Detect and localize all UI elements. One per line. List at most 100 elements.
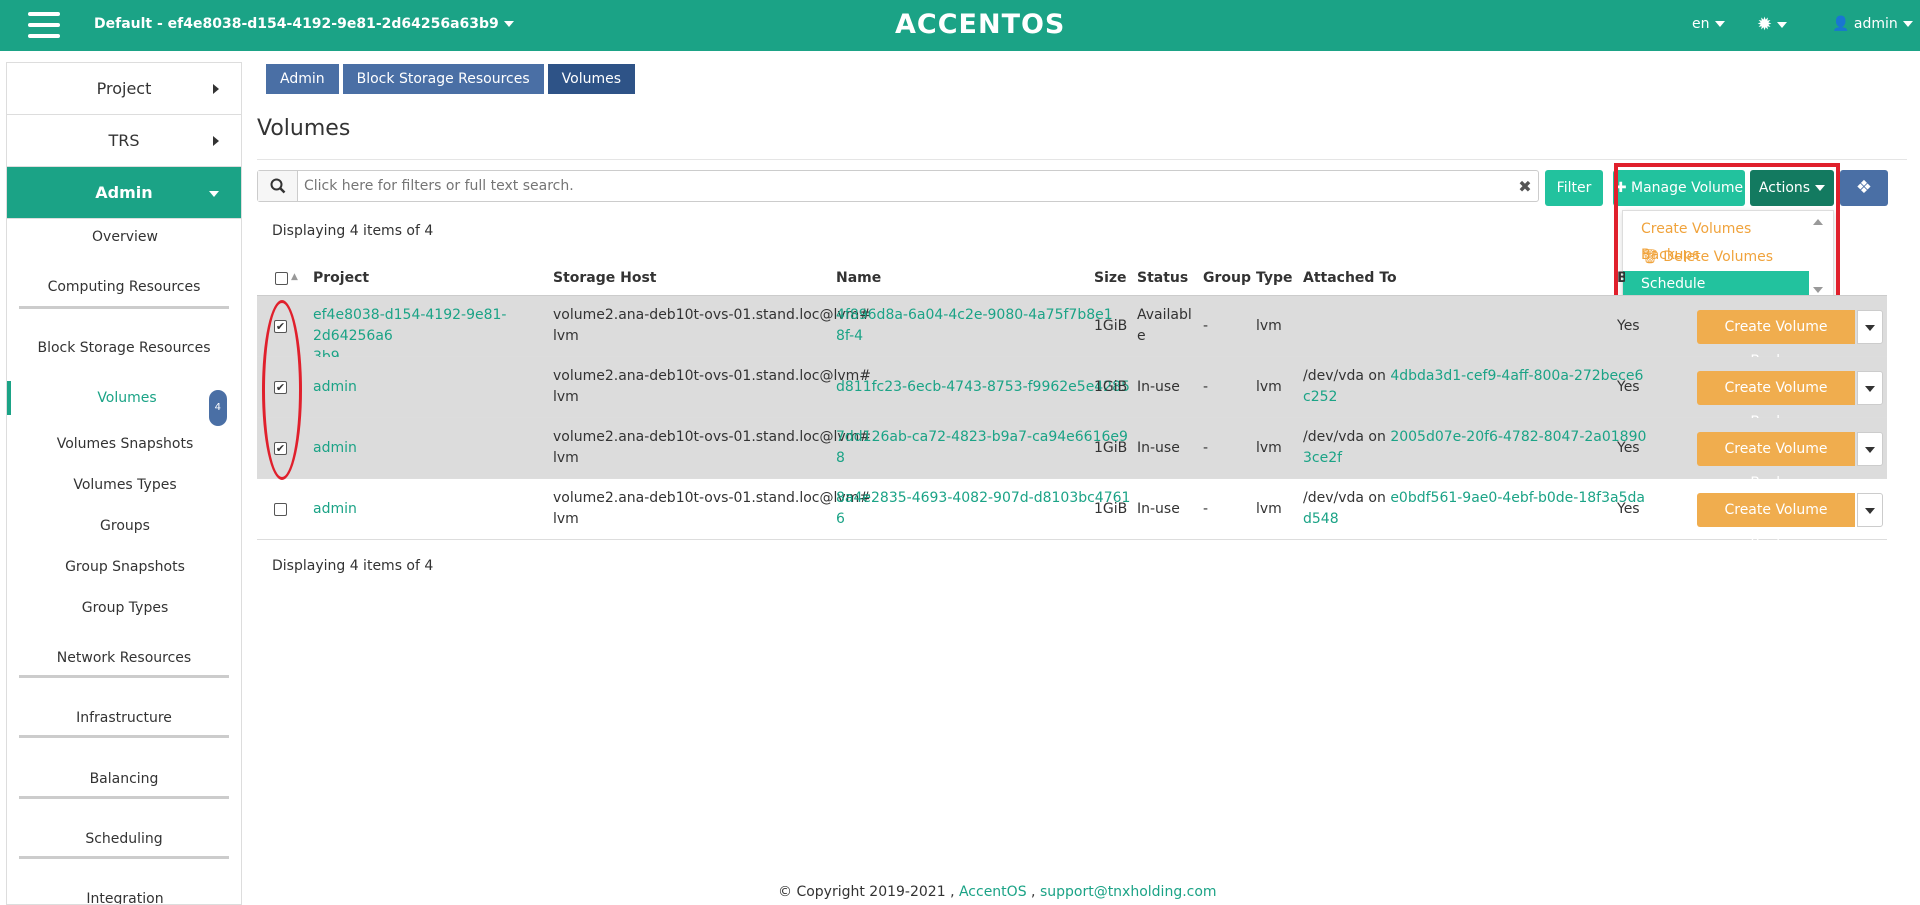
- project-selector[interactable]: Default - ef4e8038-d154-4192-9e81-2d6425…: [94, 16, 514, 32]
- item-count-bottom: Displaying 4 items of 4: [272, 558, 434, 574]
- instance-link-cont[interactable]: d548: [1303, 511, 1339, 527]
- size-cell: 1GiB: [1094, 379, 1128, 395]
- count-badge: 4: [208, 390, 227, 426]
- instance-link[interactable]: 2005d07e-20f6-4782-8047-2a01890: [1390, 429, 1646, 445]
- attached-prefix: /dev/vda on: [1303, 368, 1391, 384]
- instance-link[interactable]: 4dbda3d1-cef9-4aff-800a-272bece6: [1390, 368, 1643, 384]
- sort-icon[interactable]: ▲: [291, 272, 298, 282]
- chevron-down-icon: [1865, 325, 1875, 331]
- name-cell[interactable]: d811fc23-6ecb-4743-8753-f9962e5e4285: [836, 377, 1130, 398]
- volume-link[interactable]: 4f896d8a-6a04-4c2e-9080-4a75f7b8e1: [836, 307, 1113, 323]
- status-value: Availabl: [1137, 307, 1192, 323]
- sidebar-item-overview[interactable]: Overview: [7, 229, 241, 251]
- sidebar-item-balancing[interactable]: Balancing: [19, 771, 229, 799]
- sidebar-item-computing-resources[interactable]: Computing Resources: [19, 279, 229, 309]
- column-bootable[interactable]: Bootable: [1617, 270, 1625, 286]
- table-row[interactable]: ✔ ef4e8038-d154-4192-9e81-2d64256a63b9 v…: [257, 296, 1887, 369]
- project-link[interactable]: admin: [313, 501, 357, 517]
- project-cell[interactable]: admin: [313, 499, 357, 520]
- instance-link-cont[interactable]: 3ce2f: [1303, 450, 1342, 466]
- attached-cell: /dev/vda on 4dbda3d1-cef9-4aff-800a-272b…: [1303, 366, 1643, 408]
- column-project[interactable]: Project: [313, 270, 369, 286]
- sidebar-item-network-resources[interactable]: Network Resources: [19, 650, 229, 678]
- instance-link-cont[interactable]: c252: [1303, 389, 1337, 405]
- user-menu[interactable]: 👤 admin: [1832, 16, 1913, 32]
- close-icon[interactable]: ✖: [1512, 177, 1538, 196]
- breadcrumb-item-admin[interactable]: Admin: [266, 64, 339, 94]
- sidebar-item-scheduling[interactable]: Scheduling: [19, 831, 229, 859]
- name-cell[interactable]: 4f896d8a-6a04-4c2e-9080-4a75f7b8e1 8f-4: [836, 305, 1113, 347]
- sidebar-item-integration[interactable]: Integration: [7, 891, 241, 904]
- column-group[interactable]: Group: [1203, 270, 1251, 286]
- gear-icon[interactable]: ✹: [1757, 14, 1788, 35]
- sidebar-item-group-types[interactable]: Group Types: [7, 600, 241, 616]
- volume-link[interactable]: 7dd126ab-ca72-4823-b9a7-ca94e6616e9: [836, 429, 1128, 445]
- row-actions-toggle[interactable]: [1857, 371, 1883, 405]
- search-input[interactable]: [298, 172, 1512, 200]
- menu-icon[interactable]: [28, 12, 60, 38]
- size-cell: 1GiB: [1094, 440, 1128, 456]
- sidebar-item-label: Admin: [95, 183, 153, 202]
- column-type[interactable]: Type: [1256, 270, 1293, 286]
- name-cell[interactable]: 7dd126ab-ca72-4823-b9a7-ca94e6616e9 8: [836, 427, 1128, 469]
- column-size[interactable]: Size: [1094, 270, 1127, 286]
- host-value: volume2.ana-deb10t-ovs-01.stand.loc@lvm#: [553, 429, 872, 445]
- create-volume-backup-button[interactable]: Create Volume Backup: [1697, 310, 1855, 369]
- row-checkbox[interactable]: [274, 503, 287, 516]
- bootable-cell: Yes: [1617, 379, 1640, 395]
- create-volume-backup-button[interactable]: Create Volume Backup: [1697, 371, 1855, 430]
- volume-link-cont[interactable]: 8f-4: [836, 328, 863, 344]
- sidebar-item-volumes-types[interactable]: Volumes Types: [7, 477, 241, 493]
- project-link[interactable]: admin: [313, 379, 357, 395]
- sidebar-item-group-snapshots[interactable]: Group Snapshots: [7, 559, 241, 575]
- chevron-down-icon: [1902, 21, 1913, 27]
- filter-button[interactable]: Filter: [1545, 170, 1603, 206]
- project-cell[interactable]: admin: [313, 438, 357, 459]
- volume-link-cont[interactable]: 6: [836, 511, 845, 527]
- bootable-cell: Yes: [1617, 440, 1640, 456]
- volume-link[interactable]: d811fc23-6ecb-4743-8753-f9962e5e4285: [836, 379, 1130, 395]
- brand-link[interactable]: AccentOS: [959, 884, 1027, 900]
- support-email-link[interactable]: support@tnxholding.com: [1040, 884, 1217, 900]
- row-actions-toggle[interactable]: [1857, 432, 1883, 466]
- table-row[interactable]: ✔ admin volume2.ana-deb10t-ovs-01.stand.…: [257, 418, 1887, 491]
- selection-highlight: [262, 300, 302, 480]
- breadcrumb-item-block-storage[interactable]: Block Storage Resources: [342, 64, 544, 94]
- create-volume-backup-button[interactable]: Create Volume Backup: [1697, 493, 1855, 552]
- row-actions-toggle[interactable]: [1857, 310, 1883, 344]
- table-row[interactable]: ✔ admin volume2.ana-deb10t-ovs-01.stand.…: [257, 357, 1887, 430]
- breadcrumb-item-volumes[interactable]: Volumes: [547, 64, 636, 94]
- table-row[interactable]: admin volume2.ana-deb10t-ovs-01.stand.lo…: [257, 479, 1887, 552]
- chevron-down-icon: [1714, 21, 1725, 27]
- sidebar-item-infrastructure[interactable]: Infrastructure: [19, 710, 229, 738]
- sidebar-item-groups[interactable]: Groups: [7, 518, 241, 534]
- column-status[interactable]: Status: [1137, 270, 1188, 286]
- project-cell[interactable]: admin: [313, 377, 357, 398]
- item-count: Displaying 4 items of 4: [272, 223, 434, 239]
- instance-link[interactable]: e0bdf561-9ae0-4ebf-b0de-18f3a5da: [1390, 490, 1645, 506]
- sidebar-item-project[interactable]: Project: [7, 63, 241, 115]
- sidebar-item-volumes-snapshots[interactable]: Volumes Snapshots: [7, 436, 241, 452]
- select-all-checkbox[interactable]: [275, 272, 288, 285]
- project-link[interactable]: admin: [313, 440, 357, 456]
- info-icon[interactable]: ❖: [1840, 170, 1888, 206]
- project-link[interactable]: ef4e8038-d154-4192-9e81-2d64256a6: [313, 307, 506, 344]
- sidebar-item-trs[interactable]: TRS: [7, 115, 241, 167]
- storage-host-cell: volume2.ana-deb10t-ovs-01.stand.loc@lvm#…: [553, 305, 871, 347]
- sidebar: Project TRS Admin Overview Computing Res…: [6, 62, 242, 905]
- column-name[interactable]: Name: [836, 270, 881, 286]
- column-storage-host[interactable]: Storage Host: [553, 270, 657, 286]
- volume-link-cont[interactable]: 8: [836, 450, 845, 466]
- sidebar-item-admin[interactable]: Admin: [7, 167, 241, 219]
- type-cell: lvm: [1256, 379, 1282, 395]
- row-actions-toggle[interactable]: [1857, 493, 1883, 527]
- host-value-cont: lvm: [553, 389, 579, 405]
- sidebar-item-label: Project: [96, 79, 152, 98]
- column-attached-to[interactable]: Attached To: [1303, 270, 1397, 286]
- sidebar-item-block-storage-resources[interactable]: Block Storage Resources: [19, 340, 229, 362]
- name-cell[interactable]: 8a4e2835-4693-4082-907d-d8103bc4761 6: [836, 488, 1130, 530]
- volume-link[interactable]: 8a4e2835-4693-4082-907d-d8103bc4761: [836, 490, 1130, 506]
- sidebar-item-volumes[interactable]: Volumes 4: [7, 381, 241, 426]
- language-selector[interactable]: en: [1692, 16, 1725, 32]
- create-volume-backup-button[interactable]: Create Volume Backup: [1697, 432, 1855, 491]
